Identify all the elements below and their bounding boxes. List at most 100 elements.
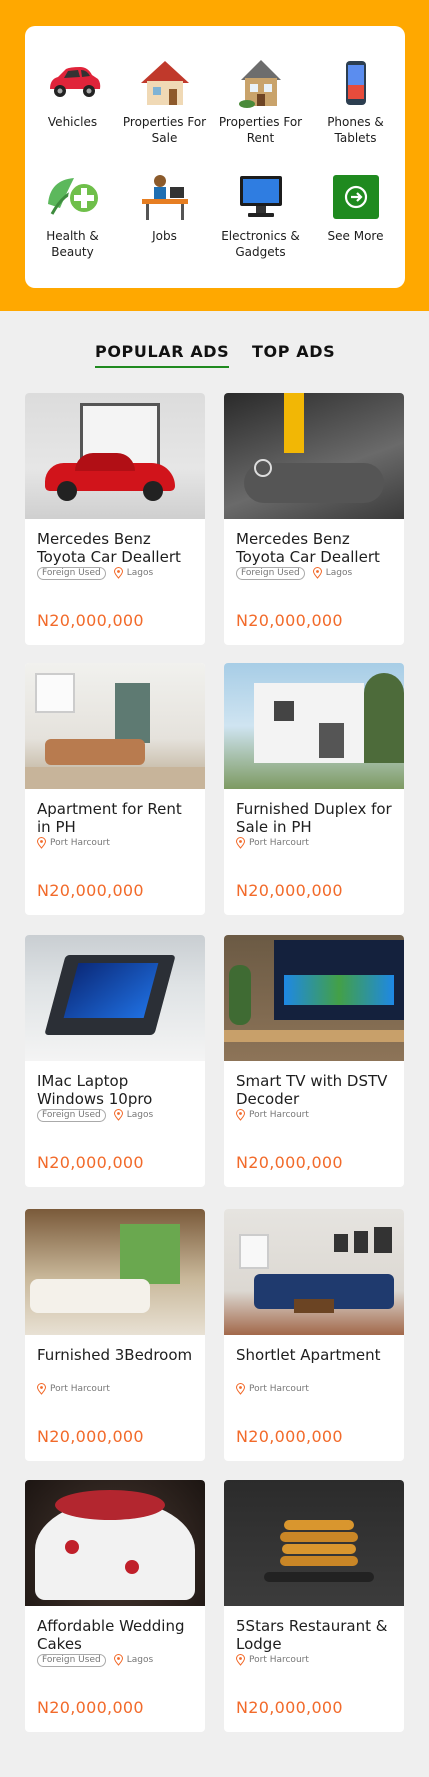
ad-title: Mercedes Benz Toyota Car Deallert — [37, 530, 181, 566]
ad-price: N20,000,000 — [236, 1698, 343, 1717]
location-label: Lagos — [126, 1655, 154, 1665]
location-label: Port Harcourt — [249, 838, 309, 848]
location-pin-icon — [113, 1109, 123, 1121]
category-label: Properties For Sale — [122, 115, 207, 145]
category-label: See More — [327, 229, 384, 243]
location-label: Lagos — [325, 568, 353, 578]
location-pin-icon — [113, 1654, 123, 1666]
ad-card[interactable]: Furnished Duplex for Sale in PH Port Har… — [224, 663, 404, 915]
ad-image — [25, 935, 205, 1061]
location-pin-icon — [113, 567, 123, 579]
location-label: Port Harcourt — [249, 1110, 309, 1120]
ad-meta: Port Harcourt — [236, 1382, 309, 1396]
category-electronics[interactable]: Electronics & Gadgets — [213, 170, 308, 260]
arrow-right-circle-icon — [326, 170, 386, 224]
ad-card[interactable]: 5Stars Restaurant & Lodge Port Harcourt … — [224, 1480, 404, 1732]
condition-badge: Foreign Used — [37, 1108, 106, 1122]
location-pin-icon — [236, 1654, 245, 1666]
ad-title: Apartment for Rent in PH — [37, 800, 182, 836]
ad-image — [25, 1209, 205, 1335]
location-label: Lagos — [126, 568, 154, 578]
house-sale-icon — [135, 56, 195, 110]
category-phones[interactable]: Phones & Tablets — [308, 56, 403, 146]
ad-price: N20,000,000 — [37, 1427, 144, 1446]
ad-card[interactable]: Smart TV with DSTV Decoder Port Harcourt… — [224, 935, 404, 1187]
ad-image — [224, 393, 404, 519]
ad-location: Port Harcourt — [37, 1383, 110, 1395]
ad-location: Port Harcourt — [236, 1383, 309, 1395]
ad-price: N20,000,000 — [37, 1153, 144, 1172]
ad-location: Lagos — [113, 1109, 154, 1121]
category-label: Properties For Rent — [218, 115, 303, 145]
category-health[interactable]: Health & Beauty — [25, 170, 120, 260]
ad-meta: Foreign Used Lagos — [37, 566, 153, 580]
ad-title: Furnished Duplex for Sale in PH — [236, 800, 392, 836]
ad-price: N20,000,000 — [37, 611, 144, 630]
ad-card[interactable]: Mercedes Benz Toyota Car Deallert Foreig… — [224, 393, 404, 645]
category-label: Electronics & Gadgets — [221, 229, 300, 259]
ad-image — [224, 663, 404, 789]
ad-meta: Port Harcourt — [236, 1108, 309, 1122]
ad-title: Affordable Wedding Cakes — [37, 1617, 185, 1653]
ad-price: N20,000,000 — [236, 1153, 343, 1172]
ad-location: Port Harcourt — [236, 1654, 309, 1666]
phone-icon — [326, 56, 386, 110]
ad-meta: Foreign Used Lagos — [37, 1653, 153, 1667]
category-label: Vehicles — [47, 115, 98, 129]
ad-card[interactable]: Mercedes Benz Toyota Car Deallert Foreig… — [25, 393, 205, 645]
location-label: Port Harcourt — [50, 1384, 110, 1394]
category-properties-sale[interactable]: Properties For Sale — [117, 56, 212, 146]
ad-meta: Port Harcourt — [236, 1653, 309, 1667]
ad-title: Furnished 3Bedroom — [37, 1346, 193, 1364]
ad-location: Port Harcourt — [236, 1109, 309, 1121]
ad-card[interactable]: Apartment for Rent in PH Port Harcourt N… — [25, 663, 205, 915]
category-see-more[interactable]: See More — [308, 170, 403, 244]
ad-location: Lagos — [312, 567, 353, 579]
category-jobs[interactable]: Jobs — [117, 170, 212, 244]
location-label: Port Harcourt — [249, 1384, 309, 1394]
ad-location: Lagos — [113, 1654, 154, 1666]
ad-image — [25, 663, 205, 789]
condition-badge: Foreign Used — [236, 566, 305, 580]
location-pin-icon — [37, 837, 46, 849]
ad-meta: Port Harcourt — [37, 1382, 110, 1396]
jobs-icon — [135, 170, 195, 224]
ad-price: N20,000,000 — [37, 1698, 144, 1717]
monitor-icon — [231, 170, 291, 224]
location-label: Lagos — [126, 1110, 154, 1120]
location-label: Port Harcourt — [249, 1655, 309, 1665]
car-icon — [43, 56, 103, 110]
ad-price: N20,000,000 — [37, 881, 144, 900]
condition-badge: Foreign Used — [37, 566, 106, 580]
category-label: Jobs — [152, 229, 177, 243]
ad-meta: Foreign Used Lagos — [37, 1108, 153, 1122]
ad-location: Lagos — [113, 567, 154, 579]
ad-price: N20,000,000 — [236, 1427, 343, 1446]
category-label: Phones & Tablets — [327, 115, 384, 145]
ad-image — [224, 935, 404, 1061]
ad-card[interactable]: Furnished 3Bedroom Port Harcourt N20,000… — [25, 1209, 205, 1461]
category-properties-rent[interactable]: Properties For Rent — [213, 56, 308, 146]
ad-image — [224, 1209, 404, 1335]
location-pin-icon — [37, 1383, 46, 1395]
category-card: Vehicles Properties For Sale Properties … — [25, 26, 405, 288]
ads-tabs: POPULAR ADS TOP ADS — [0, 342, 429, 372]
location-pin-icon — [236, 1383, 245, 1395]
category-vehicles[interactable]: Vehicles — [25, 56, 120, 130]
tab-popular-ads[interactable]: POPULAR ADS — [95, 342, 230, 368]
ad-card[interactable]: Affordable Wedding Cakes Foreign Used La… — [25, 1480, 205, 1732]
ad-price: N20,000,000 — [236, 881, 343, 900]
ad-meta: Foreign Used Lagos — [236, 566, 352, 580]
category-band: Vehicles Properties For Sale Properties … — [0, 0, 429, 311]
condition-badge: Foreign Used — [37, 1653, 106, 1667]
location-pin-icon — [236, 837, 245, 849]
ad-title: Shortlet Apartment — [236, 1346, 381, 1364]
house-rent-icon — [231, 56, 291, 110]
location-pin-icon — [236, 1109, 245, 1121]
ad-image — [25, 393, 205, 519]
location-pin-icon — [312, 567, 322, 579]
ad-card[interactable]: IMac Laptop Windows 10pro Foreign Used L… — [25, 935, 205, 1187]
ad-title: Mercedes Benz Toyota Car Deallert — [236, 530, 380, 566]
tab-top-ads[interactable]: TOP ADS — [252, 342, 335, 366]
ad-card[interactable]: Shortlet Apartment Port Harcourt N20,000… — [224, 1209, 404, 1461]
